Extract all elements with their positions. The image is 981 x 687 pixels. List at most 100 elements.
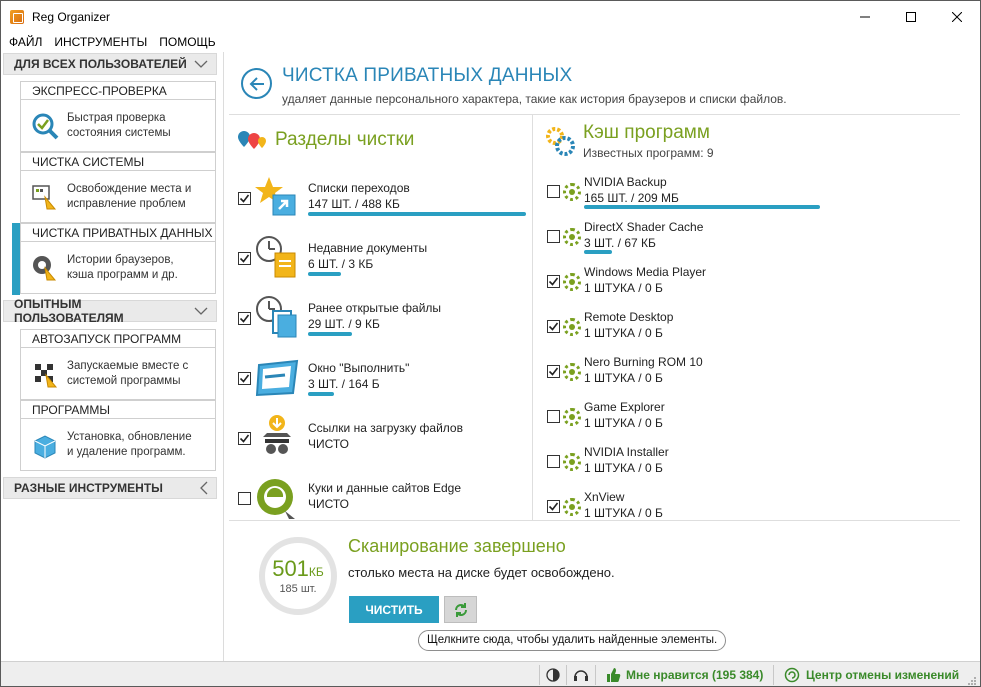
cache-item-name[interactable]: NVIDIA Installer xyxy=(584,445,669,459)
section-item-value: ЧИСТО xyxy=(308,497,350,511)
rescan-button[interactable] xyxy=(444,596,477,623)
checkbox[interactable] xyxy=(238,372,251,385)
card-title: ПРОГРАММЫ xyxy=(21,401,215,419)
cache-item-value: 1 ШТУКА / 0 Б xyxy=(584,416,663,430)
group-all-users[interactable]: ДЛЯ ВСЕХ ПОЛЬЗОВАТЕЛЕЙ xyxy=(3,53,217,75)
cache-item-name[interactable]: NVIDIA Backup xyxy=(584,175,667,189)
section-item-value: 6 ШТ. / 3 КБ xyxy=(308,257,374,271)
checkbox[interactable] xyxy=(238,312,251,325)
checkbox[interactable] xyxy=(547,185,560,198)
menu-bar: ФАЙЛ ИНСТРУМЕНТЫ ПОМОЩЬ xyxy=(1,32,980,52)
resize-grip-icon[interactable] xyxy=(967,676,977,686)
minimize-icon xyxy=(860,16,870,17)
title-bar: Reg Organizer xyxy=(1,1,980,32)
undo-center-icon xyxy=(784,667,800,683)
card-title: ЭКСПРЕСС-ПРОВЕРКА xyxy=(21,82,215,100)
checkbox[interactable] xyxy=(238,432,251,445)
undo-center-label: Центр отмены изменений xyxy=(806,668,960,682)
chevron-left-icon xyxy=(200,481,208,495)
cache-item-value: 1 ШТУКА / 0 Б xyxy=(584,506,663,520)
download-spy-icon xyxy=(255,415,299,459)
menu-help[interactable]: ПОМОЩЬ xyxy=(159,35,215,49)
maximize-button[interactable] xyxy=(888,1,934,32)
card-private-data[interactable]: ЧИСТКА ПРИВАТНЫХ ДАННЫХ Истории браузеро… xyxy=(20,223,216,294)
card-desc: исправление проблем xyxy=(67,197,186,210)
checkbox[interactable] xyxy=(547,320,560,333)
menu-file[interactable]: ФАЙЛ xyxy=(9,35,42,49)
cache-item-name[interactable]: XnView xyxy=(584,490,624,504)
card-title: ЧИСТКА ПРИВАТНЫХ ДАННЫХ xyxy=(21,224,215,242)
group-misc-tools[interactable]: РАЗНЫЕ ИНСТРУМЕНТЫ xyxy=(3,477,217,499)
section-item-name[interactable]: Недавние документы xyxy=(308,241,427,255)
card-desc: и удаление программ. xyxy=(67,445,186,458)
cache-item-value: 1 ШТУКА / 0 Б xyxy=(584,461,663,475)
gear-icon xyxy=(563,318,581,336)
broom-computer-icon xyxy=(31,183,59,211)
checkbox[interactable] xyxy=(547,455,560,468)
divider xyxy=(229,114,960,115)
support-button[interactable] xyxy=(573,662,589,686)
status-bar: Мне нравится (195 384) Центр отмены изме… xyxy=(1,661,980,686)
magnifier-check-icon xyxy=(31,112,59,140)
card-desc: Быстрая проверка xyxy=(67,111,166,124)
section-item-value: 3 ШТ. / 164 Б xyxy=(308,377,380,391)
cache-item-name[interactable]: Game Explorer xyxy=(584,400,665,414)
like-button[interactable]: Мне нравится (195 384) xyxy=(605,662,763,686)
menu-tools[interactable]: ИНСТРУМЕНТЫ xyxy=(54,35,147,49)
card-express-check[interactable]: ЭКСПРЕСС-ПРОВЕРКА Быстрая проверка состоя… xyxy=(20,81,216,152)
close-button[interactable] xyxy=(934,1,980,32)
section-item-name[interactable]: Списки переходов xyxy=(308,181,410,195)
arrow-left-icon xyxy=(249,76,264,91)
cache-item-name[interactable]: DirectX Shader Cache xyxy=(584,220,703,234)
separator xyxy=(539,665,540,685)
undo-center-button[interactable]: Центр отмены изменений xyxy=(784,662,960,686)
checkbox[interactable] xyxy=(547,410,560,423)
back-button[interactable] xyxy=(241,68,272,99)
theme-toggle[interactable] xyxy=(546,662,560,686)
gear-icon xyxy=(563,453,581,471)
card-programs[interactable]: ПРОГРАММЫ Установка, обновление и удалени… xyxy=(20,400,216,471)
checkbox[interactable] xyxy=(547,365,560,378)
divider xyxy=(229,520,960,521)
checkbox[interactable] xyxy=(238,192,251,205)
section-item-name[interactable]: Окно "Выполнить" xyxy=(308,361,409,375)
cache-item-name[interactable]: Remote Desktop xyxy=(584,310,673,324)
section-item-name[interactable]: Ссылки на загрузку файлов xyxy=(308,421,463,435)
section-item-value: ЧИСТО xyxy=(308,437,350,451)
group-misc-tools-label: РАЗНЫЕ ИНСТРУМЕНТЫ xyxy=(14,481,163,495)
divider xyxy=(532,114,533,520)
private-data-icon xyxy=(31,254,59,282)
gear-icon xyxy=(563,498,581,516)
chevron-down-icon xyxy=(194,307,208,315)
minimize-button[interactable] xyxy=(842,1,888,32)
page-subtitle: удаляет данные персонального характера, … xyxy=(282,92,787,106)
cache-item-name[interactable]: Windows Media Player xyxy=(584,265,706,279)
size-bar xyxy=(308,332,352,336)
group-all-users-label: ДЛЯ ВСЕХ ПОЛЬЗОВАТЕЛЕЙ xyxy=(14,57,187,71)
section-item-name[interactable]: Куки и данные сайтов Edge xyxy=(308,481,461,495)
separator xyxy=(773,665,774,685)
clock-document-icon xyxy=(255,235,299,279)
checkbox[interactable] xyxy=(238,492,251,505)
cache-item-value: 1 ШТУКА / 0 Б xyxy=(584,281,663,295)
checkbox[interactable] xyxy=(547,275,560,288)
card-desc: системой программы xyxy=(67,374,181,387)
checkbox[interactable] xyxy=(547,500,560,513)
group-advanced-users[interactable]: ОПЫТНЫМ ПОЛЬЗОВАТЕЛЯМ xyxy=(3,297,217,325)
page-title: ЧИСТКА ПРИВАТНЫХ ДАННЫХ xyxy=(282,65,573,86)
size-bar xyxy=(308,272,341,276)
card-autorun[interactable]: АВТОЗАПУСК ПРОГРАММ Запускаемые вместе с… xyxy=(20,329,216,400)
section-item-name[interactable]: Ранее открытые файлы xyxy=(308,301,441,315)
clean-tooltip: Щелкните сюда, чтобы удалить найденные э… xyxy=(418,630,727,651)
clean-button[interactable]: ЧИСТИТЬ xyxy=(349,596,439,623)
maximize-icon xyxy=(906,11,916,22)
checkbox[interactable] xyxy=(547,230,560,243)
cache-item-value: 165 ШТ. / 209 МБ xyxy=(584,191,679,205)
checkbox[interactable] xyxy=(238,252,251,265)
cache-item-name[interactable]: Nero Burning ROM 10 xyxy=(584,355,703,369)
separator xyxy=(566,665,567,685)
scan-complete-subtitle: столько места на диске будет освобождено… xyxy=(348,565,615,580)
app-window: Reg Organizer ФАЙЛ ИНСТРУМЕНТЫ ПОМОЩЬ ДЛ… xyxy=(0,0,981,687)
card-system-clean[interactable]: ЧИСТКА СИСТЕМЫ Освобождение места и испра… xyxy=(20,152,216,223)
size-bar xyxy=(308,212,526,216)
